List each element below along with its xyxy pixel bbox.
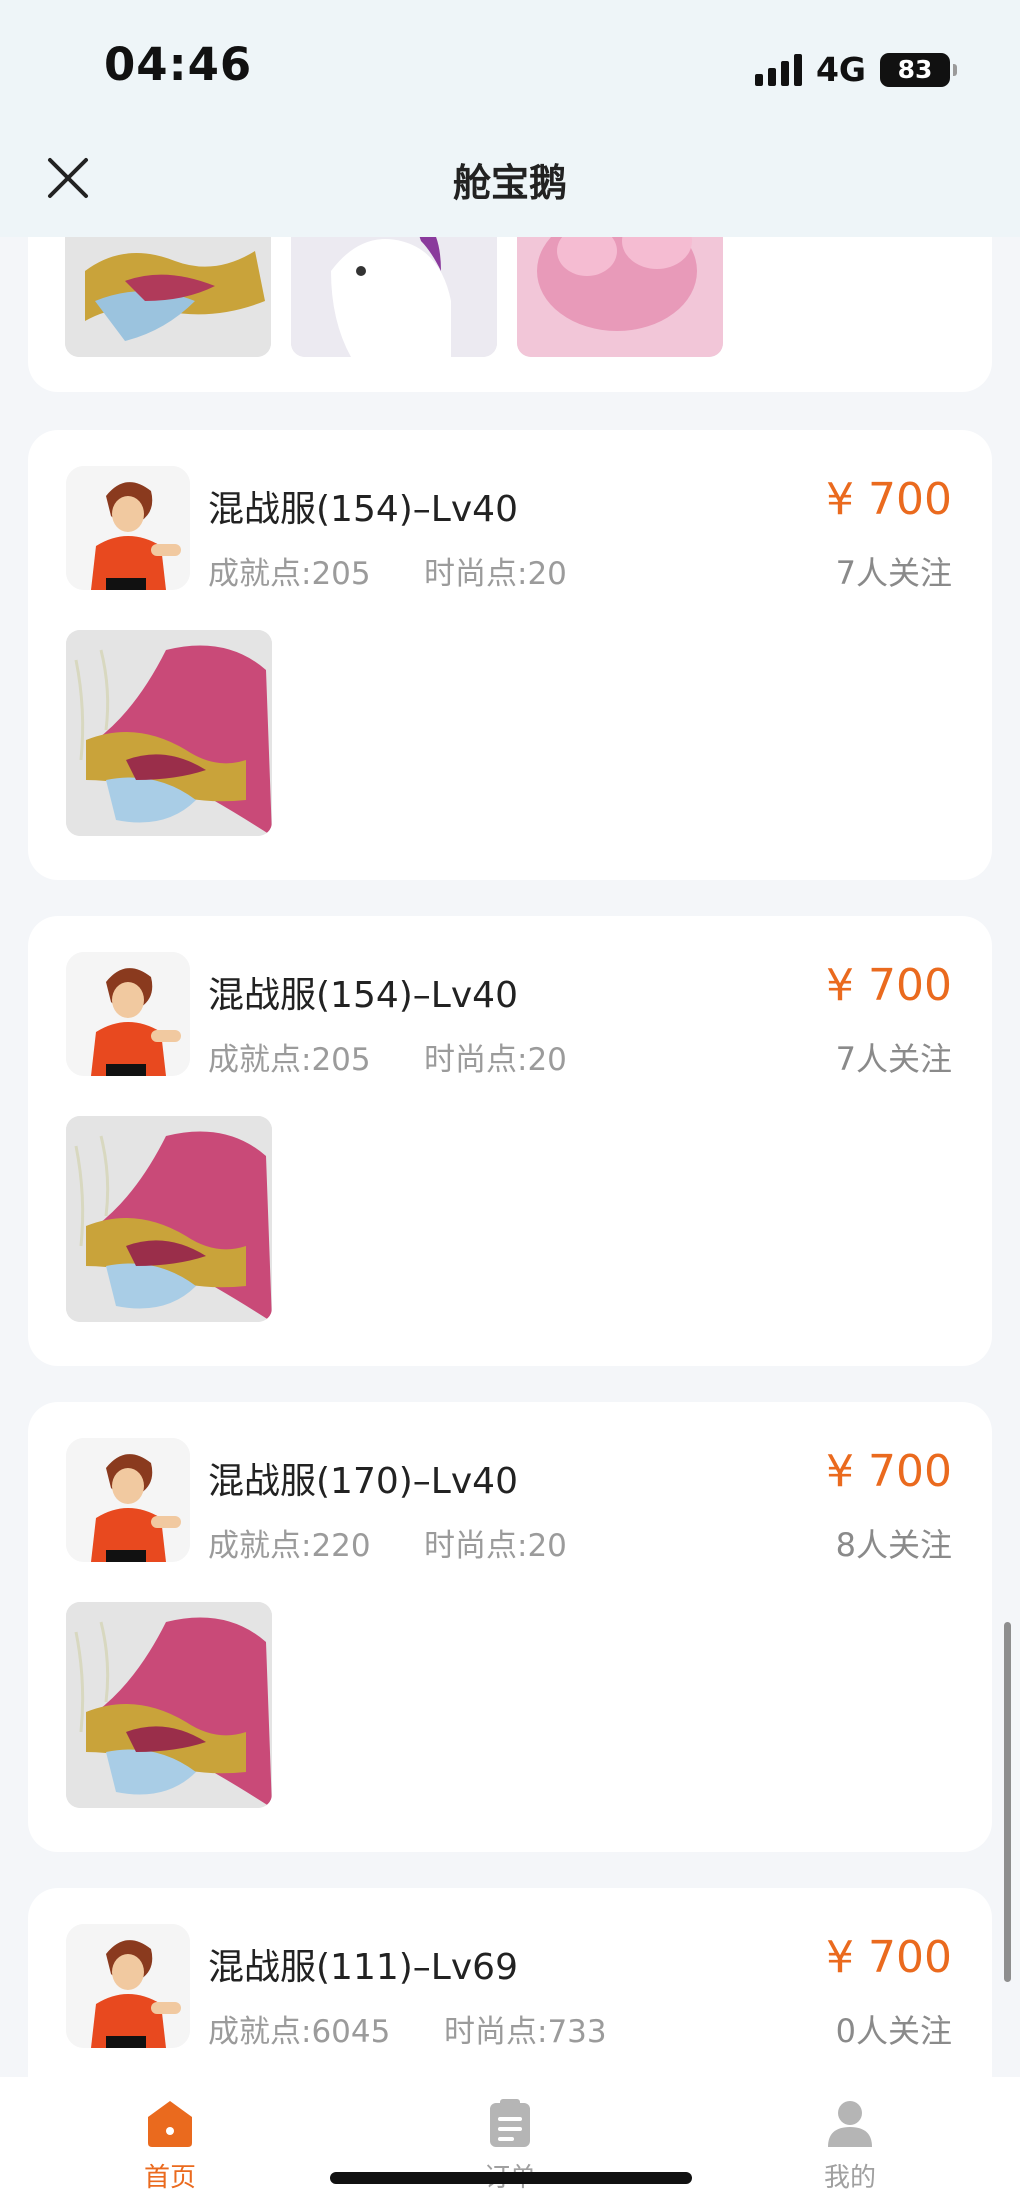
dragon-mount-thumbnail [66, 1602, 272, 1808]
achievement-points: 成就点:205 [208, 556, 371, 592]
listing-card-partial[interactable] [28, 237, 992, 392]
pink-creature-image [517, 237, 723, 357]
page-title: 舱宝鹅 [452, 161, 567, 205]
listing-scroll-area[interactable]: 混战服(154)–Lv40 成就点:205 时尚点:20 ¥ 700 7人关注 [0, 237, 1020, 2077]
character-avatar [66, 1924, 190, 2048]
follow-count: 7人关注 [835, 1040, 952, 1078]
listing-price: ¥ 700 [826, 1932, 952, 1983]
listing-title: 混战服(111)–Lv69 [208, 1947, 518, 1988]
battery-level: 83 [897, 55, 933, 84]
follow-count: 7人关注 [835, 554, 952, 592]
achievement-points: 成就点:205 [208, 1042, 371, 1078]
status-indicators: 4G 83 [754, 50, 957, 89]
top-header: 04:46 4G 83 舱宝鹅 [0, 0, 1020, 237]
character-image [66, 952, 190, 1076]
listing-price: ¥ 700 [826, 960, 952, 1011]
dragon-image [66, 1602, 272, 1808]
listing-card-4[interactable]: 混战服(111)–Lv69 成就点:6045 时尚点:733 ¥ 700 0人关… [28, 1888, 992, 2077]
scrollbar[interactable] [1004, 1622, 1011, 1982]
character-image [66, 1438, 190, 1562]
listing-card-2[interactable]: 混战服(154)–Lv40 成就点:205 时尚点:20 ¥ 700 7人关注 [28, 916, 992, 1366]
clipboard-icon [490, 2099, 530, 2147]
home-indicator [330, 2172, 692, 2184]
character-image [66, 1924, 190, 2048]
home-icon [148, 2101, 192, 2147]
listing-title: 混战服(154)–Lv40 [208, 975, 518, 1016]
listing-title: 混战服(154)–Lv40 [208, 489, 518, 530]
tab-label: 首页 [143, 2163, 196, 2193]
listing-title: 混战服(170)–Lv40 [208, 1461, 518, 1502]
bottom-tab-bar: 首页 订单 我的 [0, 2077, 1020, 2207]
achievement-points: 成就点:220 [208, 1528, 371, 1564]
battery-icon: 83 [880, 52, 957, 87]
listing-card-3[interactable]: 混战服(170)–Lv40 成就点:220 时尚点:20 ¥ 700 8人关注 [28, 1402, 992, 1852]
listing-price: ¥ 700 [826, 1446, 952, 1497]
tab-home[interactable]: 首页 [0, 2077, 340, 2207]
dragon-mount-thumbnail [66, 630, 272, 836]
status-time: 04:46 [104, 38, 253, 91]
pink-mount-thumbnail [517, 237, 723, 357]
tab-profile[interactable]: 我的 [680, 2077, 1020, 2207]
signal-icon [754, 53, 802, 86]
follow-count: 0人关注 [835, 2012, 952, 2050]
unicorn-image [291, 237, 497, 357]
tab-orders[interactable]: 订单 [340, 2077, 680, 2207]
network-label: 4G [815, 50, 866, 89]
user-icon [828, 2101, 872, 2147]
achievement-points: 成就点:6045 [208, 2014, 391, 2050]
fashion-points: 时尚点:20 [424, 1528, 567, 1564]
fashion-points: 时尚点:20 [424, 556, 567, 592]
dragon-mount-thumbnail [65, 237, 271, 357]
dragon-image [66, 630, 272, 836]
unicorn-mount-thumbnail [291, 237, 497, 357]
character-avatar [66, 466, 190, 590]
dragon-mount-thumbnail [66, 1116, 272, 1322]
dragon-image [66, 1116, 272, 1322]
listing-price: ¥ 700 [826, 474, 952, 525]
listing-card-1[interactable]: 混战服(154)–Lv40 成就点:205 时尚点:20 ¥ 700 7人关注 [28, 430, 992, 880]
character-image [66, 466, 190, 590]
character-avatar [66, 1438, 190, 1562]
tab-label: 我的 [823, 2163, 876, 2193]
follow-count: 8人关注 [835, 1526, 952, 1564]
fashion-points: 时尚点:733 [444, 2014, 607, 2050]
character-avatar [66, 952, 190, 1076]
fashion-points: 时尚点:20 [424, 1042, 567, 1078]
dragon-image [65, 237, 271, 357]
